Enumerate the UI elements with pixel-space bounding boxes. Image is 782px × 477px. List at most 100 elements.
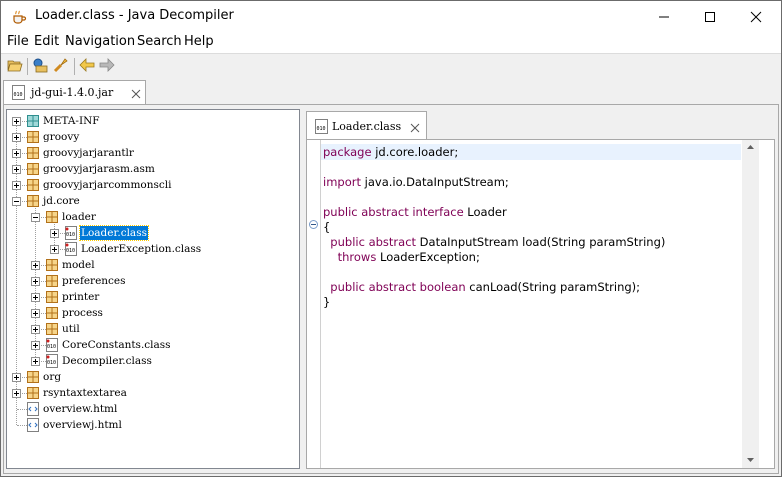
svg-text:010: 010	[47, 360, 56, 366]
expand-icon[interactable]	[12, 149, 21, 158]
class-file-icon: 010	[45, 354, 59, 368]
close-icon[interactable]	[410, 122, 420, 133]
expand-icon[interactable]	[31, 293, 40, 302]
tree-item[interactable]: META-INF	[12, 113, 282, 129]
expand-icon[interactable]	[31, 309, 40, 318]
expand-icon[interactable]	[31, 277, 40, 286]
tree-item[interactable]: org	[12, 369, 282, 385]
menu-file[interactable]: File	[7, 34, 29, 49]
expand-icon[interactable]	[12, 133, 21, 142]
expand-icon[interactable]	[12, 117, 21, 126]
expand-icon[interactable]	[12, 389, 21, 398]
tree-item[interactable]: overviewj.html	[12, 417, 282, 433]
tree-item-label: CoreConstants.class	[62, 339, 171, 351]
package-icon	[26, 194, 40, 208]
tree-item[interactable]: overview.html	[12, 401, 282, 417]
svg-text:010: 010	[47, 344, 56, 350]
code-editor[interactable]: package jd.core.loader; import java.io.Da…	[306, 139, 775, 469]
search-button[interactable]	[52, 57, 70, 75]
expand-icon[interactable]	[31, 357, 40, 366]
tree-item[interactable]: 010 LoaderException.class	[50, 241, 299, 257]
code-text: }	[323, 295, 331, 309]
arrow-left-icon	[79, 57, 95, 75]
tree-item[interactable]: util	[31, 321, 299, 337]
menu-help[interactable]: Help	[184, 34, 214, 49]
svg-text:010: 010	[66, 248, 75, 254]
package-icon	[26, 130, 40, 144]
tree-item-label: META-INF	[43, 115, 100, 127]
expand-icon[interactable]	[31, 341, 40, 350]
tree-item-label: groovyjarjarasm.asm	[43, 163, 155, 175]
tree-item[interactable]: groovyjarjarasm.asm	[12, 161, 282, 177]
tree-item[interactable]: 010 Decompiler.class	[31, 353, 299, 369]
svg-text:010: 010	[66, 232, 75, 238]
tree-item[interactable]: model	[31, 257, 299, 273]
tree-item-label: model	[62, 259, 95, 271]
menu-edit[interactable]: Edit	[34, 34, 59, 49]
menu-navigation[interactable]: Navigation	[65, 34, 135, 49]
class-file-icon: 010	[315, 119, 328, 137]
tree-item[interactable]: groovy	[12, 129, 282, 145]
toolbar	[1, 53, 781, 79]
tree-item-label: Loader.class	[79, 225, 149, 241]
back-button[interactable]	[78, 57, 96, 75]
tree-item-label: overview.html	[43, 403, 118, 415]
tree-item[interactable]: 010 CoreConstants.class	[31, 337, 299, 353]
tree-item[interactable]: printer	[31, 289, 299, 305]
svg-text:010: 010	[14, 92, 23, 98]
tree-item[interactable]: groovyjarjarantlr	[12, 145, 282, 161]
vertical-scrollbar[interactable]	[742, 140, 759, 468]
maximize-button[interactable]	[687, 1, 733, 32]
html-file-icon	[26, 402, 40, 416]
tree-item-label: rsyntaxtextarea	[43, 387, 127, 399]
expand-icon[interactable]	[31, 261, 40, 270]
tree-item[interactable]: jd.core	[12, 193, 282, 209]
code-text: DataInputStream load(String paramString)	[416, 235, 666, 249]
file-tree: META-INF groovy groovyjarjarantlr groovyjar…	[6, 109, 300, 469]
forward-button[interactable]	[98, 57, 116, 75]
collapse-icon[interactable]	[31, 213, 40, 222]
folder-icon	[26, 114, 40, 128]
expand-icon[interactable]	[12, 181, 21, 190]
type-search-icon	[32, 57, 48, 76]
package-icon	[45, 322, 59, 336]
collapse-icon[interactable]	[12, 197, 21, 206]
close-icon[interactable]	[131, 88, 141, 99]
title-bar: Loader.class - Java Decompiler	[1, 1, 781, 32]
open-type-button[interactable]	[31, 57, 49, 75]
tab-jar-file[interactable]: 010 jd-gui-1.4.0.jar	[3, 80, 146, 104]
tree-item[interactable]: preferences	[31, 273, 299, 289]
expand-icon[interactable]	[31, 325, 40, 334]
code-line: public abstract interface Loader	[323, 205, 507, 220]
tree-item[interactable]: process	[31, 305, 299, 321]
tab-loader-class[interactable]: 010 Loader.class	[306, 111, 427, 139]
expand-icon[interactable]	[50, 229, 59, 238]
code-line: import java.io.DataInputStream;	[323, 175, 509, 190]
package-icon	[26, 162, 40, 176]
expand-icon[interactable]	[12, 165, 21, 174]
tree-item[interactable]: groovyjarjarcommonscli	[12, 177, 282, 193]
tree-item-label: jd.core	[43, 195, 80, 207]
code-line: public abstract DataInputStream load(Str…	[323, 235, 665, 250]
tree-item-label: groovyjarjarantlr	[43, 147, 134, 159]
tree-item[interactable]: 010 Loader.class	[50, 225, 299, 241]
class-file-icon: 010	[64, 242, 78, 256]
close-button[interactable]	[733, 1, 779, 32]
package-icon	[45, 274, 59, 288]
package-icon	[45, 290, 59, 304]
minimize-button[interactable]	[641, 1, 687, 32]
expand-icon[interactable]	[12, 373, 21, 382]
menu-search[interactable]: Search	[137, 34, 182, 49]
tree-item-label: groovy	[43, 131, 80, 143]
open-folder-icon	[7, 58, 23, 75]
tree-item[interactable]: loader	[31, 209, 299, 225]
code-keyword: public abstract boolean	[323, 280, 466, 294]
class-file-icon: 010	[64, 226, 78, 240]
expand-icon[interactable]	[50, 245, 59, 254]
fold-collapse-icon[interactable]	[309, 220, 318, 229]
code-line: package jd.core.loader;	[323, 145, 458, 160]
open-file-button[interactable]	[6, 57, 24, 75]
tree-item[interactable]: rsyntaxtextarea	[12, 385, 282, 401]
package-icon	[26, 146, 40, 160]
coffee-cup-icon	[11, 9, 27, 25]
